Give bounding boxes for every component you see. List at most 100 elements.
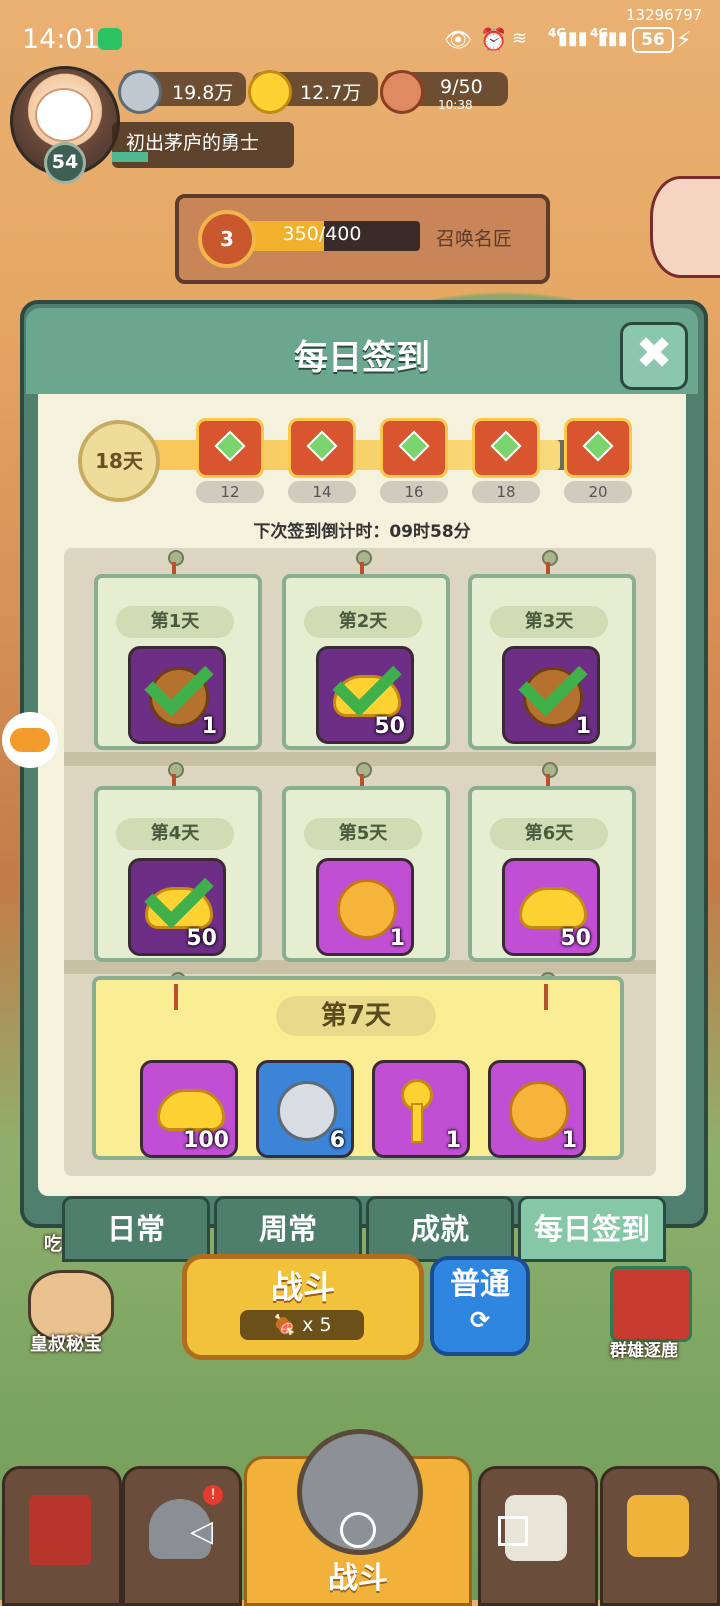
status-bar: 14:01 13296797 👁 ⏰ ≋ 4G ▮▮▮ 4G ▮▮▮ 56 ⚡ — [0, 0, 720, 80]
day-label: 第3天 — [490, 606, 608, 638]
player-title: 初出茅庐的勇士 — [126, 132, 260, 154]
silver-amount: 19.8万 — [172, 82, 234, 104]
hanger-string — [544, 984, 548, 1010]
reward-item[interactable]: 50 — [502, 858, 600, 956]
reward-item[interactable]: 6 — [256, 1060, 354, 1158]
milestone-label: 20 — [564, 481, 632, 503]
reward-item: 50 — [316, 646, 414, 744]
gold-ingot-icon — [157, 1089, 225, 1131]
stamina-resource[interactable]: 9/50 10:38 — [380, 70, 508, 114]
milestone-chest[interactable] — [472, 418, 540, 478]
reward-qty: 1 — [575, 714, 591, 739]
alert-badge-icon: ! — [203, 1485, 223, 1505]
reward-item: 1 — [128, 646, 226, 744]
player-xp-fill — [112, 152, 148, 162]
reward-item[interactable]: 100 — [140, 1060, 238, 1158]
battery-indicator: 56 — [632, 27, 674, 53]
nav-city[interactable] — [2, 1466, 122, 1606]
total-days-badge: 18天 — [78, 420, 160, 502]
reward-item[interactable]: 1 — [488, 1060, 586, 1158]
back-icon[interactable]: ◁ — [190, 1514, 213, 1549]
gold-resource[interactable]: 12.7万 — [248, 70, 378, 114]
milestone-chest[interactable] — [196, 418, 264, 478]
partial-label: 吃 — [44, 1234, 62, 1255]
nav-equipment[interactable]: ! — [122, 1466, 242, 1606]
tab-daily[interactable]: 日常 — [62, 1196, 210, 1262]
nav-upgrade[interactable] — [600, 1466, 720, 1606]
milestone-chest[interactable] — [380, 418, 448, 478]
stamina-amount: 9/50 — [440, 76, 483, 98]
lucky-cat-icon — [35, 88, 93, 142]
signal-icon: ▮▮▮ — [598, 28, 628, 49]
upgrade-arrow-icon — [627, 1495, 689, 1557]
gold-amount: 12.7万 — [300, 82, 362, 104]
eye-icon: 👁 — [444, 28, 472, 53]
reward-item[interactable]: 1 — [372, 1060, 470, 1158]
milestone-label: 18 — [472, 481, 540, 503]
close-button[interactable]: ✖ — [620, 322, 688, 390]
alarm-icon: ⏰ — [480, 28, 508, 53]
milestone-label: 16 — [380, 481, 448, 503]
silver-resource[interactable]: 19.8万 — [118, 70, 246, 114]
milestone-label: 14 — [288, 481, 356, 503]
tab-achievements[interactable]: 成就 — [366, 1196, 514, 1262]
home-icon[interactable] — [340, 1512, 376, 1548]
heroes-compete-label[interactable]: 群雄逐鹿 — [610, 1336, 678, 1361]
gamepad-shape — [10, 728, 50, 752]
nav-scroll[interactable] — [478, 1466, 598, 1606]
player-level-badge: 54 — [44, 142, 86, 184]
day-label: 第4天 — [116, 818, 234, 850]
dialog-title: 每日签到 — [294, 338, 430, 378]
npc-girl-avatar[interactable] — [650, 176, 720, 278]
close-icon: ✖ — [635, 328, 673, 379]
difficulty-mode-button[interactable]: 普通 ⟳ — [430, 1256, 530, 1356]
row-divider — [64, 960, 656, 974]
hanger-pin — [168, 550, 184, 566]
mode-label: 普通 — [450, 1267, 510, 1302]
account-id: 13296797 — [626, 6, 703, 24]
milestone-label: 12 — [196, 481, 264, 503]
battle-button-label: 战斗 — [270, 1268, 335, 1306]
hanger-pin — [356, 762, 372, 778]
city-gate-icon — [29, 1495, 91, 1565]
hanger-pin — [542, 762, 558, 778]
heart-coin-icon — [509, 1081, 569, 1141]
reward-qty: 100 — [183, 1128, 229, 1153]
royal-treasure-label[interactable]: 皇叔秘宝 — [30, 1330, 102, 1356]
heroes-banner-icon[interactable] — [610, 1266, 692, 1342]
tab-daily-signin[interactable]: 每日签到 — [518, 1196, 666, 1262]
meat-icon: 🍖 — [272, 1314, 297, 1336]
reward-qty: 1 — [389, 926, 405, 951]
meat-icon — [380, 70, 424, 114]
hanger-pin — [168, 762, 184, 778]
summon-label: 召唤名匠 — [436, 228, 513, 250]
reward-qty: 50 — [186, 926, 217, 951]
silver-coin-icon — [118, 70, 162, 114]
heart-coin-icon — [337, 879, 397, 939]
summon-rank-medal: 3 — [198, 210, 256, 268]
nav-battle-label: 战斗 — [328, 1561, 388, 1596]
battle-cost: 🍖 x 5 — [240, 1310, 364, 1340]
gamepad-icon[interactable] — [2, 712, 58, 768]
reward-item: 50 — [128, 858, 226, 956]
clock: 14:01 — [22, 24, 100, 55]
reward-item[interactable]: 1 — [316, 858, 414, 956]
refresh-icon: ⟳ — [469, 1306, 491, 1334]
wechat-icon — [98, 28, 122, 50]
milestone-chest[interactable] — [288, 418, 356, 478]
milestone-chest[interactable] — [564, 418, 632, 478]
recents-icon[interactable] — [498, 1516, 528, 1546]
charging-icon: ⚡ — [676, 28, 692, 53]
day-label: 第5天 — [304, 818, 422, 850]
day-label: 第2天 — [304, 606, 422, 638]
reward-qty: 1 — [201, 714, 217, 739]
gold-ingot-icon — [519, 887, 587, 929]
stamina-timer: 10:38 — [438, 98, 473, 112]
battle-cost-text: x 5 — [302, 1314, 332, 1336]
day7-label: 第7天 — [276, 996, 436, 1036]
tab-weekly[interactable]: 周常 — [214, 1196, 362, 1262]
silver-coin-icon — [277, 1081, 337, 1141]
reward-qty: 50 — [560, 926, 591, 951]
hanger-pin — [356, 550, 372, 566]
reward-qty: 50 — [374, 714, 405, 739]
